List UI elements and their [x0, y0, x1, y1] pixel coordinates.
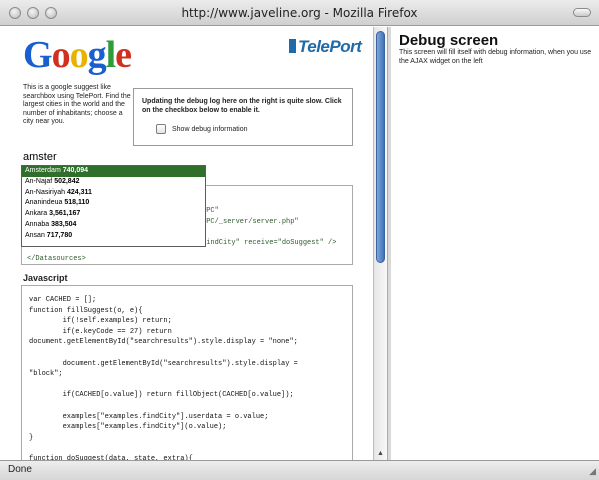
html-line: </Datasources>	[27, 255, 86, 263]
google-logo-letter: l	[105, 34, 117, 76]
google-logo-letter: g	[87, 34, 107, 76]
status-text: Done	[8, 464, 32, 475]
city-name: Ananindeua	[25, 199, 65, 207]
window-title: http://www.javeline.org - Mozilla Firefo…	[181, 6, 418, 20]
code-line: examples["examples.findCity"](o.value);	[29, 423, 227, 432]
search-results-dropdown: Amsterdam 740,094 An-Najaf 502,842 An-Nasi…	[21, 165, 206, 247]
intro-text: This is a google suggest like searchbox …	[23, 84, 131, 126]
code-line: if(e.keyCode == 27) return	[29, 327, 172, 336]
html-line: RPC/_server/server.php"	[202, 218, 299, 226]
code-line: function fillSuggest(o, e){	[29, 306, 143, 315]
city-population: 518,110	[64, 199, 90, 207]
html-line: findCity" receive="doSuggest" />	[202, 239, 337, 247]
city-population: 740,094	[62, 167, 89, 174]
google-logo-letter: o	[69, 34, 89, 76]
city-name: Ankara	[25, 210, 50, 218]
city-population: 3,561,167	[49, 210, 81, 218]
city-name: Ansan	[25, 231, 47, 239]
google-logo: Google	[23, 33, 132, 77]
show-debug-label[interactable]: Show debug information	[172, 126, 248, 133]
code-line: if(CACHED[o.value]) return fillObject(CA…	[29, 391, 294, 400]
scrollbar-thumb[interactable]	[376, 31, 385, 263]
code-line: "block";	[29, 370, 63, 379]
teleport-mark-icon	[289, 39, 296, 53]
left-frame: Google TelePort This is a google suggest…	[7, 27, 373, 460]
city-population: 424,311	[67, 188, 92, 196]
javascript-source-box: var CACHED = []; function fillSuggest(o, …	[21, 285, 353, 460]
code-line: }	[29, 433, 34, 442]
code-line: var CACHED = [];	[29, 296, 97, 304]
left-frame-scrollbar[interactable]: ▲ ▼	[373, 27, 387, 472]
search-result-item[interactable]: Amsterdam 740,094	[22, 166, 205, 177]
city-name: Amsterdam	[25, 167, 63, 174]
city-population: 717,780	[46, 231, 73, 239]
right-frame: Debug screen This screen will fill itsel…	[391, 27, 599, 460]
debug-panel: Updating the debug log here on the right…	[133, 88, 353, 146]
search-result-item[interactable]: Ananindeua 518,110	[22, 198, 205, 209]
debug-screen-description: This screen will fill itself with debug …	[399, 49, 592, 65]
search-result-item[interactable]: Ankara 3,561,167	[22, 209, 205, 220]
scroll-up-arrow-icon[interactable]: ▲	[377, 450, 384, 457]
search-result-item[interactable]: Ansan 717,780	[22, 231, 205, 242]
search-result-item[interactable]: Annaba 383,504	[22, 220, 205, 231]
city-population: 383,504	[51, 220, 77, 228]
city-name: An-Najaf	[25, 177, 55, 185]
status-bar: Done ◢	[0, 460, 599, 480]
debug-panel-text: Updating the debug log here on the right…	[142, 98, 342, 114]
search-result-item[interactable]: An-Najaf 502,842	[22, 177, 205, 188]
code-line: if(!self.examples) return;	[29, 317, 172, 326]
show-debug-checkbox[interactable]	[156, 124, 166, 134]
city-name: An-Nasiriyah	[25, 188, 68, 196]
city-population: 502,842	[54, 177, 80, 185]
window-titlebar: http://www.javeline.org - Mozilla Firefo…	[0, 0, 599, 26]
city-search-input[interactable]	[21, 149, 135, 166]
google-logo-letter: G	[23, 34, 53, 76]
teleport-logo: TelePort	[289, 37, 362, 57]
debug-screen-title: Debug screen	[399, 32, 499, 49]
city-name: Annaba	[25, 220, 52, 228]
google-logo-letter: o	[51, 34, 71, 76]
google-logo-letter: e	[115, 34, 132, 76]
teleport-logo-text: TelePort	[298, 37, 362, 56]
code-line: examples["examples.findCity"].userdata =…	[29, 412, 269, 421]
code-line: document.getElementById("searchresults")…	[29, 359, 298, 368]
code-line: document.getElementById("searchresults")…	[29, 338, 298, 347]
javascript-heading: Javascript	[23, 273, 68, 283]
resize-grip-icon[interactable]: ◢	[589, 466, 596, 477]
toolbar-toggle-button[interactable]	[573, 8, 591, 17]
search-result-item[interactable]: An-Nasiriyah 424,311	[22, 188, 205, 199]
